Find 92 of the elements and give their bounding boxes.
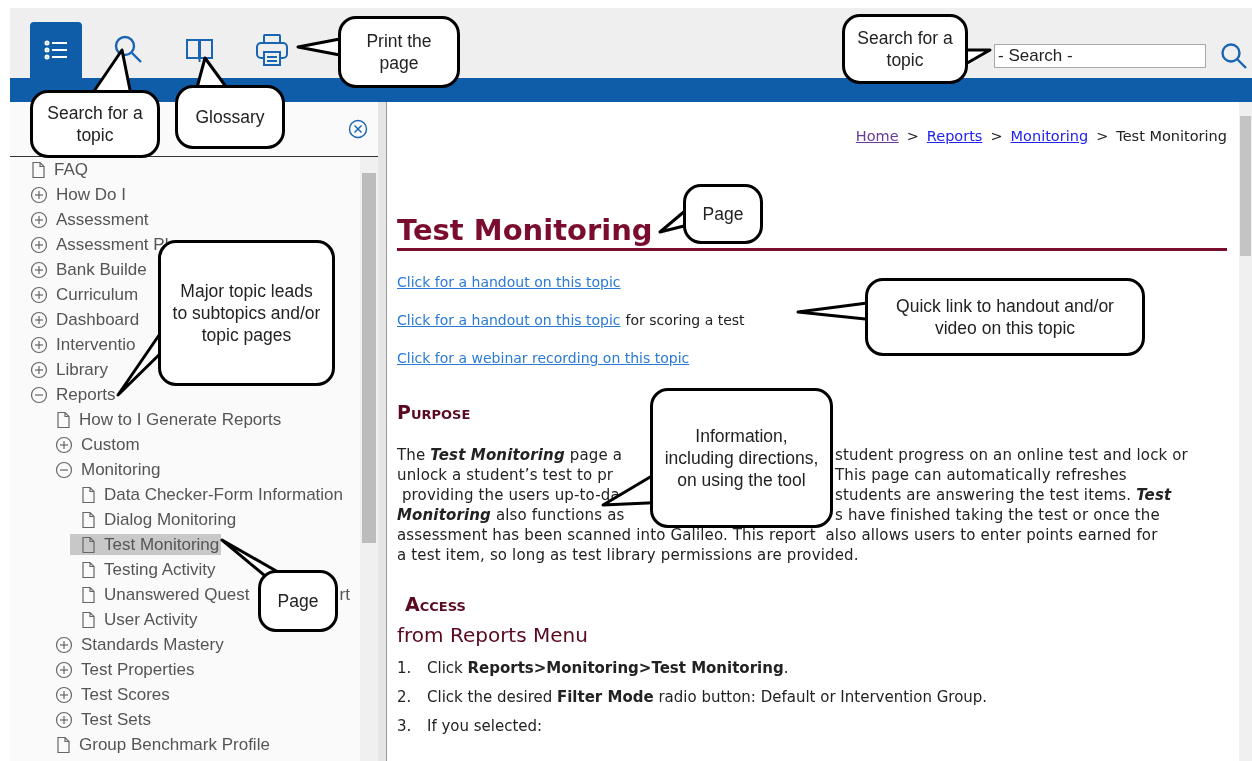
tree-item[interactable]: Assessment: [30, 209, 151, 230]
handout-link[interactable]: Click for a handout on this topic: [397, 312, 621, 328]
step-text: Click the desired Filter Mode radio button: Default or Intervention Group.: [427, 688, 988, 708]
callout: Quick link to handout and/or video on this topic: [865, 278, 1145, 356]
breadcrumb-separator: >: [990, 128, 1003, 144]
paragraph-text: students are answering the test items. Test: [835, 485, 1172, 505]
expand-icon[interactable]: [55, 635, 73, 654]
tree-item[interactable]: Monitoring: [55, 459, 163, 480]
scrollbar[interactable]: [1239, 102, 1252, 761]
subheading: from Reports Menu: [397, 623, 589, 647]
expand-icon[interactable]: [55, 710, 73, 729]
book-icon: [185, 37, 215, 63]
page-icon: [80, 510, 96, 529]
paragraph-text: Monitoring also functions as: [397, 505, 626, 525]
close-icon[interactable]: [348, 119, 368, 139]
search-field[interactable]: - Search -: [994, 44, 1206, 68]
step-text: Click Reports>Monitoring>Test Monitoring.: [427, 659, 789, 679]
expand-icon[interactable]: [30, 360, 48, 379]
step-text: If you selected:: [427, 717, 543, 737]
expand-icon[interactable]: [30, 310, 48, 329]
breadcrumb-separator: >: [906, 128, 919, 144]
breadcrumb-link[interactable]: Monitoring: [1010, 128, 1089, 144]
expand-icon[interactable]: [30, 235, 48, 254]
paragraph-text: assessment has been scanned into Galileo. This report also allows users to enter points earned for: [397, 525, 1158, 545]
paragraph-text: This page can automatically refreshes: [835, 465, 1127, 485]
paragraph-text: The Test Monitoring page a: [397, 445, 624, 465]
callout: Information, including directions, on using the tool: [650, 388, 833, 528]
tree-item[interactable]: Test Sets: [55, 709, 153, 730]
tree-item[interactable]: Group Benchmark Profile: [55, 734, 272, 755]
tree-item[interactable]: Test Monitoring: [70, 534, 222, 555]
step-number: 3.: [397, 717, 413, 737]
tree-item[interactable]: Curriculum: [30, 284, 141, 305]
breadcrumb-link[interactable]: Reports: [926, 128, 983, 144]
printer-icon: [255, 33, 289, 67]
expand-icon[interactable]: [30, 335, 48, 354]
tree-item[interactable]: Custom: [55, 434, 142, 455]
page-icon: [55, 410, 71, 429]
page-icon: [80, 535, 96, 554]
page-icon: [30, 160, 46, 179]
link-note: for scoring a test: [625, 312, 745, 328]
tree-item[interactable]: Bank Builde: [30, 259, 149, 280]
tree-item[interactable]: Reports: [30, 384, 118, 405]
tree-item[interactable]: FAQ: [30, 159, 90, 180]
tree-item[interactable]: How Do I: [30, 184, 128, 205]
collapse-icon[interactable]: [30, 385, 48, 404]
breadcrumb-current: Test Monitoring: [1116, 128, 1227, 144]
page-icon: [55, 735, 71, 754]
tree-item[interactable]: Data Checker-Form Information: [80, 484, 346, 505]
tree-item[interactable]: User Activity: [80, 609, 200, 630]
section-heading: Purpose: [397, 401, 472, 423]
list-icon: [43, 38, 69, 62]
callout: Search for a topic: [842, 14, 968, 84]
tree-item[interactable]: Library: [30, 359, 110, 380]
collapse-icon[interactable]: [55, 460, 73, 479]
section-heading: Access: [405, 593, 467, 615]
tree-item[interactable]: Testing Activity: [80, 559, 218, 580]
scrollbar[interactable]: [360, 157, 378, 761]
paragraph-text: student progress on an online test and lock or: [835, 445, 1188, 465]
handout-link[interactable]: Click for a handout on this topic: [397, 274, 621, 290]
tree-item[interactable]: Test Properties: [55, 659, 197, 680]
step-number: 2.: [397, 688, 413, 708]
page-icon: [80, 560, 96, 579]
expand-icon[interactable]: [30, 185, 48, 204]
paragraph-text: a test item, so long as test library permissions are provided.: [397, 545, 859, 565]
tree-item[interactable]: Dialog Monitoring: [80, 509, 239, 530]
tree-item[interactable]: Standards Mastery: [55, 634, 226, 655]
page-title: Test Monitoring: [397, 212, 653, 248]
search-icon[interactable]: [1220, 42, 1248, 70]
expand-icon[interactable]: [55, 660, 73, 679]
breadcrumb-link[interactable]: Home: [855, 128, 899, 144]
handout-link[interactable]: Click for a webinar recording on this topic: [397, 350, 690, 366]
page-icon: [80, 585, 96, 604]
expand-icon[interactable]: [30, 260, 48, 279]
tree-item[interactable]: Test Scores: [55, 684, 172, 705]
tree-item[interactable]: Dashboard: [30, 309, 142, 330]
expand-icon[interactable]: [30, 210, 48, 229]
tree-item[interactable]: How to I Generate Reports: [55, 409, 284, 430]
expand-icon[interactable]: [55, 685, 73, 704]
tree-item[interactable]: Unanswered Quest: [80, 584, 252, 605]
contents-tab[interactable]: [30, 22, 82, 78]
expand-icon[interactable]: [30, 285, 48, 304]
page-icon: [80, 485, 96, 504]
tree-item-text: rt: [339, 584, 350, 605]
page-icon: [80, 610, 96, 629]
expand-icon[interactable]: [55, 435, 73, 454]
step-number: 1.: [397, 659, 413, 679]
breadcrumb-separator: >: [1096, 128, 1109, 144]
callout: Print the page: [338, 16, 460, 88]
callout: Page: [258, 570, 338, 632]
paragraph-text: unlock a student’s test to pr: [397, 465, 615, 485]
tree-item[interactable]: Interventio: [30, 334, 138, 355]
paragraph-text: s have finished taking the test or once the: [835, 505, 1160, 525]
